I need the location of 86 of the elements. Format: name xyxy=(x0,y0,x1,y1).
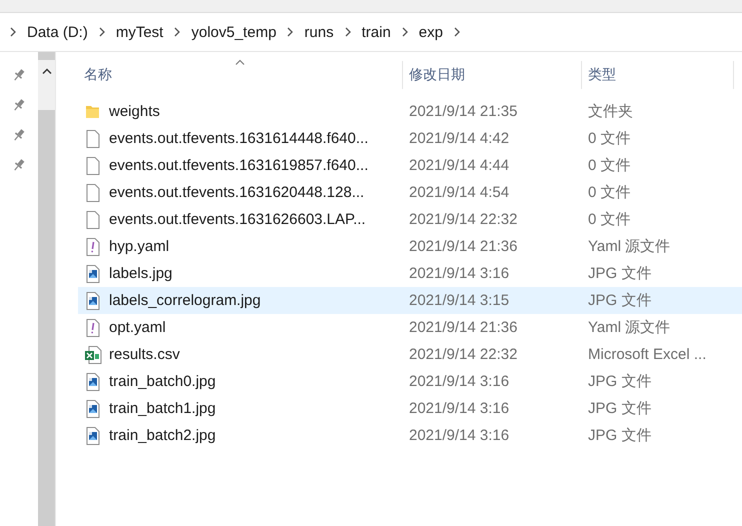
pin-icon[interactable] xyxy=(12,68,26,82)
file-type: JPG 文件 xyxy=(588,264,652,283)
modified-date: 2021/9/14 3:16 xyxy=(409,427,510,444)
file-type: 0 文件 xyxy=(588,156,631,175)
pin-icon[interactable] xyxy=(12,98,26,112)
file-name: weights xyxy=(109,103,160,120)
file-row[interactable]: events.out.tfevents.1631619857.f640... 2021/9/14 4:44 0 文件 xyxy=(78,152,742,179)
breadcrumb-item[interactable]: exp xyxy=(418,24,443,40)
file-type: JPG 文件 xyxy=(588,426,652,445)
chevron-icon[interactable] xyxy=(98,27,106,37)
file-name: hyp.yaml xyxy=(109,238,170,255)
modified-date: 2021/9/14 4:54 xyxy=(409,184,510,201)
modified-date: 2021/9/14 3:16 xyxy=(409,373,510,390)
file-row[interactable]: hyp.yaml 2021/9/14 21:36 Yaml 源文件 xyxy=(78,233,742,260)
file-icon xyxy=(85,184,102,202)
file-icon xyxy=(85,130,102,148)
file-row[interactable]: events.out.tfevents.1631626603.LAP... 2021/9/14 22:32 0 文件 xyxy=(78,206,742,233)
image-file-icon xyxy=(85,400,102,418)
sort-ascending-icon xyxy=(235,59,245,65)
modified-date: 2021/9/14 4:42 xyxy=(409,130,510,147)
chevron-icon[interactable] xyxy=(400,27,409,37)
file-name: labels.jpg xyxy=(109,265,172,282)
modified-date: 2021/9/14 3:16 xyxy=(409,400,510,417)
file-type: Yaml 源文件 xyxy=(588,237,670,256)
file-type: JPG 文件 xyxy=(588,291,652,310)
pin-icon[interactable] xyxy=(12,128,26,142)
file-row[interactable]: events.out.tfevents.1631614448.f640... 2021/9/14 4:42 0 文件 xyxy=(78,125,742,152)
file-type: 0 文件 xyxy=(588,183,631,202)
file-row[interactable]: labels_correlogram.jpg 2021/9/14 3:15 JPG 文件 xyxy=(78,287,742,314)
column-header[interactable]: 类型 xyxy=(582,61,734,89)
file-type: JPG 文件 xyxy=(588,372,652,391)
file-row[interactable]: events.out.tfevents.1631620448.128... 2021/9/14 4:54 0 文件 xyxy=(78,179,742,206)
breadcrumb-item[interactable]: yolov5_temp xyxy=(191,24,276,40)
file-row[interactable]: weights 2021/9/14 21:35 文件夹 xyxy=(78,98,742,125)
file-row[interactable]: train_batch2.jpg 2021/9/14 3:16 JPG 文件 xyxy=(78,422,742,449)
file-name: events.out.tfevents.1631614448.f640... xyxy=(109,130,368,147)
file-type: 文件夹 xyxy=(588,102,633,121)
file-name: events.out.tfevents.1631620448.128... xyxy=(109,184,364,201)
chevron-icon[interactable] xyxy=(452,27,461,37)
file-name: train_batch2.jpg xyxy=(109,427,216,444)
column-header[interactable]: 修改日期 xyxy=(403,61,582,89)
breadcrumb-item[interactable]: runs xyxy=(304,24,334,40)
modified-date: 2021/9/14 22:32 xyxy=(409,346,518,363)
file-name: events.out.tfevents.1631626603.LAP... xyxy=(109,211,366,228)
file-row[interactable]: opt.yaml 2021/9/14 21:36 Yaml 源文件 xyxy=(78,314,742,341)
file-name: train_batch0.jpg xyxy=(109,373,216,390)
image-file-icon xyxy=(85,264,102,282)
file-type: 0 文件 xyxy=(588,129,631,148)
image-file-icon xyxy=(85,372,102,390)
modified-date: 2021/9/14 22:32 xyxy=(409,211,518,228)
file-name: train_batch1.jpg xyxy=(109,400,216,417)
modified-date: 2021/9/14 21:36 xyxy=(409,319,518,336)
file-icon xyxy=(85,210,102,228)
file-type: Microsoft Excel ... xyxy=(588,346,706,363)
column-header[interactable]: 名称 xyxy=(78,61,403,89)
file-icon xyxy=(85,156,102,174)
file-name: labels_correlogram.jpg xyxy=(109,292,261,309)
file-name: results.csv xyxy=(109,346,180,363)
chevron-icon[interactable] xyxy=(173,27,182,37)
file-type: JPG 文件 xyxy=(588,399,652,418)
file-type: 0 文件 xyxy=(588,210,631,229)
chevron-icon[interactable] xyxy=(344,27,352,37)
pin-icon[interactable] xyxy=(12,158,26,172)
breadcrumb-item[interactable]: Data (D:) xyxy=(27,24,88,40)
breadcrumb-item[interactable]: myTest xyxy=(116,24,164,40)
file-row[interactable]: results.csv 2021/9/14 22:32 Microsoft Excel ... xyxy=(78,341,742,368)
exclamation-file-icon xyxy=(85,238,102,256)
modified-date: 2021/9/14 3:16 xyxy=(409,265,510,282)
scrollbar[interactable] xyxy=(38,52,56,526)
image-file-icon xyxy=(85,292,102,310)
breadcrumb-item[interactable]: train xyxy=(362,24,391,40)
chevron-icon[interactable] xyxy=(9,27,17,37)
file-row[interactable]: train_batch0.jpg 2021/9/14 3:16 JPG 文件 xyxy=(78,368,742,395)
modified-date: 2021/9/14 4:44 xyxy=(409,157,510,174)
spreadsheet-file-icon xyxy=(85,346,102,364)
exclamation-file-icon xyxy=(85,318,102,336)
modified-date: 2021/9/14 21:35 xyxy=(409,103,518,120)
file-name: opt.yaml xyxy=(109,319,166,336)
file-row[interactable]: labels.jpg 2021/9/14 3:16 JPG 文件 xyxy=(78,260,742,287)
file-type: Yaml 源文件 xyxy=(588,318,670,337)
chevron-icon[interactable] xyxy=(286,27,294,37)
file-row[interactable]: train_batch1.jpg 2021/9/14 3:16 JPG 文件 xyxy=(78,395,742,422)
modified-date: 2021/9/14 3:15 xyxy=(409,292,510,309)
file-name: events.out.tfevents.1631619857.f640... xyxy=(109,157,368,174)
modified-date: 2021/9/14 21:36 xyxy=(409,238,518,255)
image-file-icon xyxy=(85,426,102,444)
